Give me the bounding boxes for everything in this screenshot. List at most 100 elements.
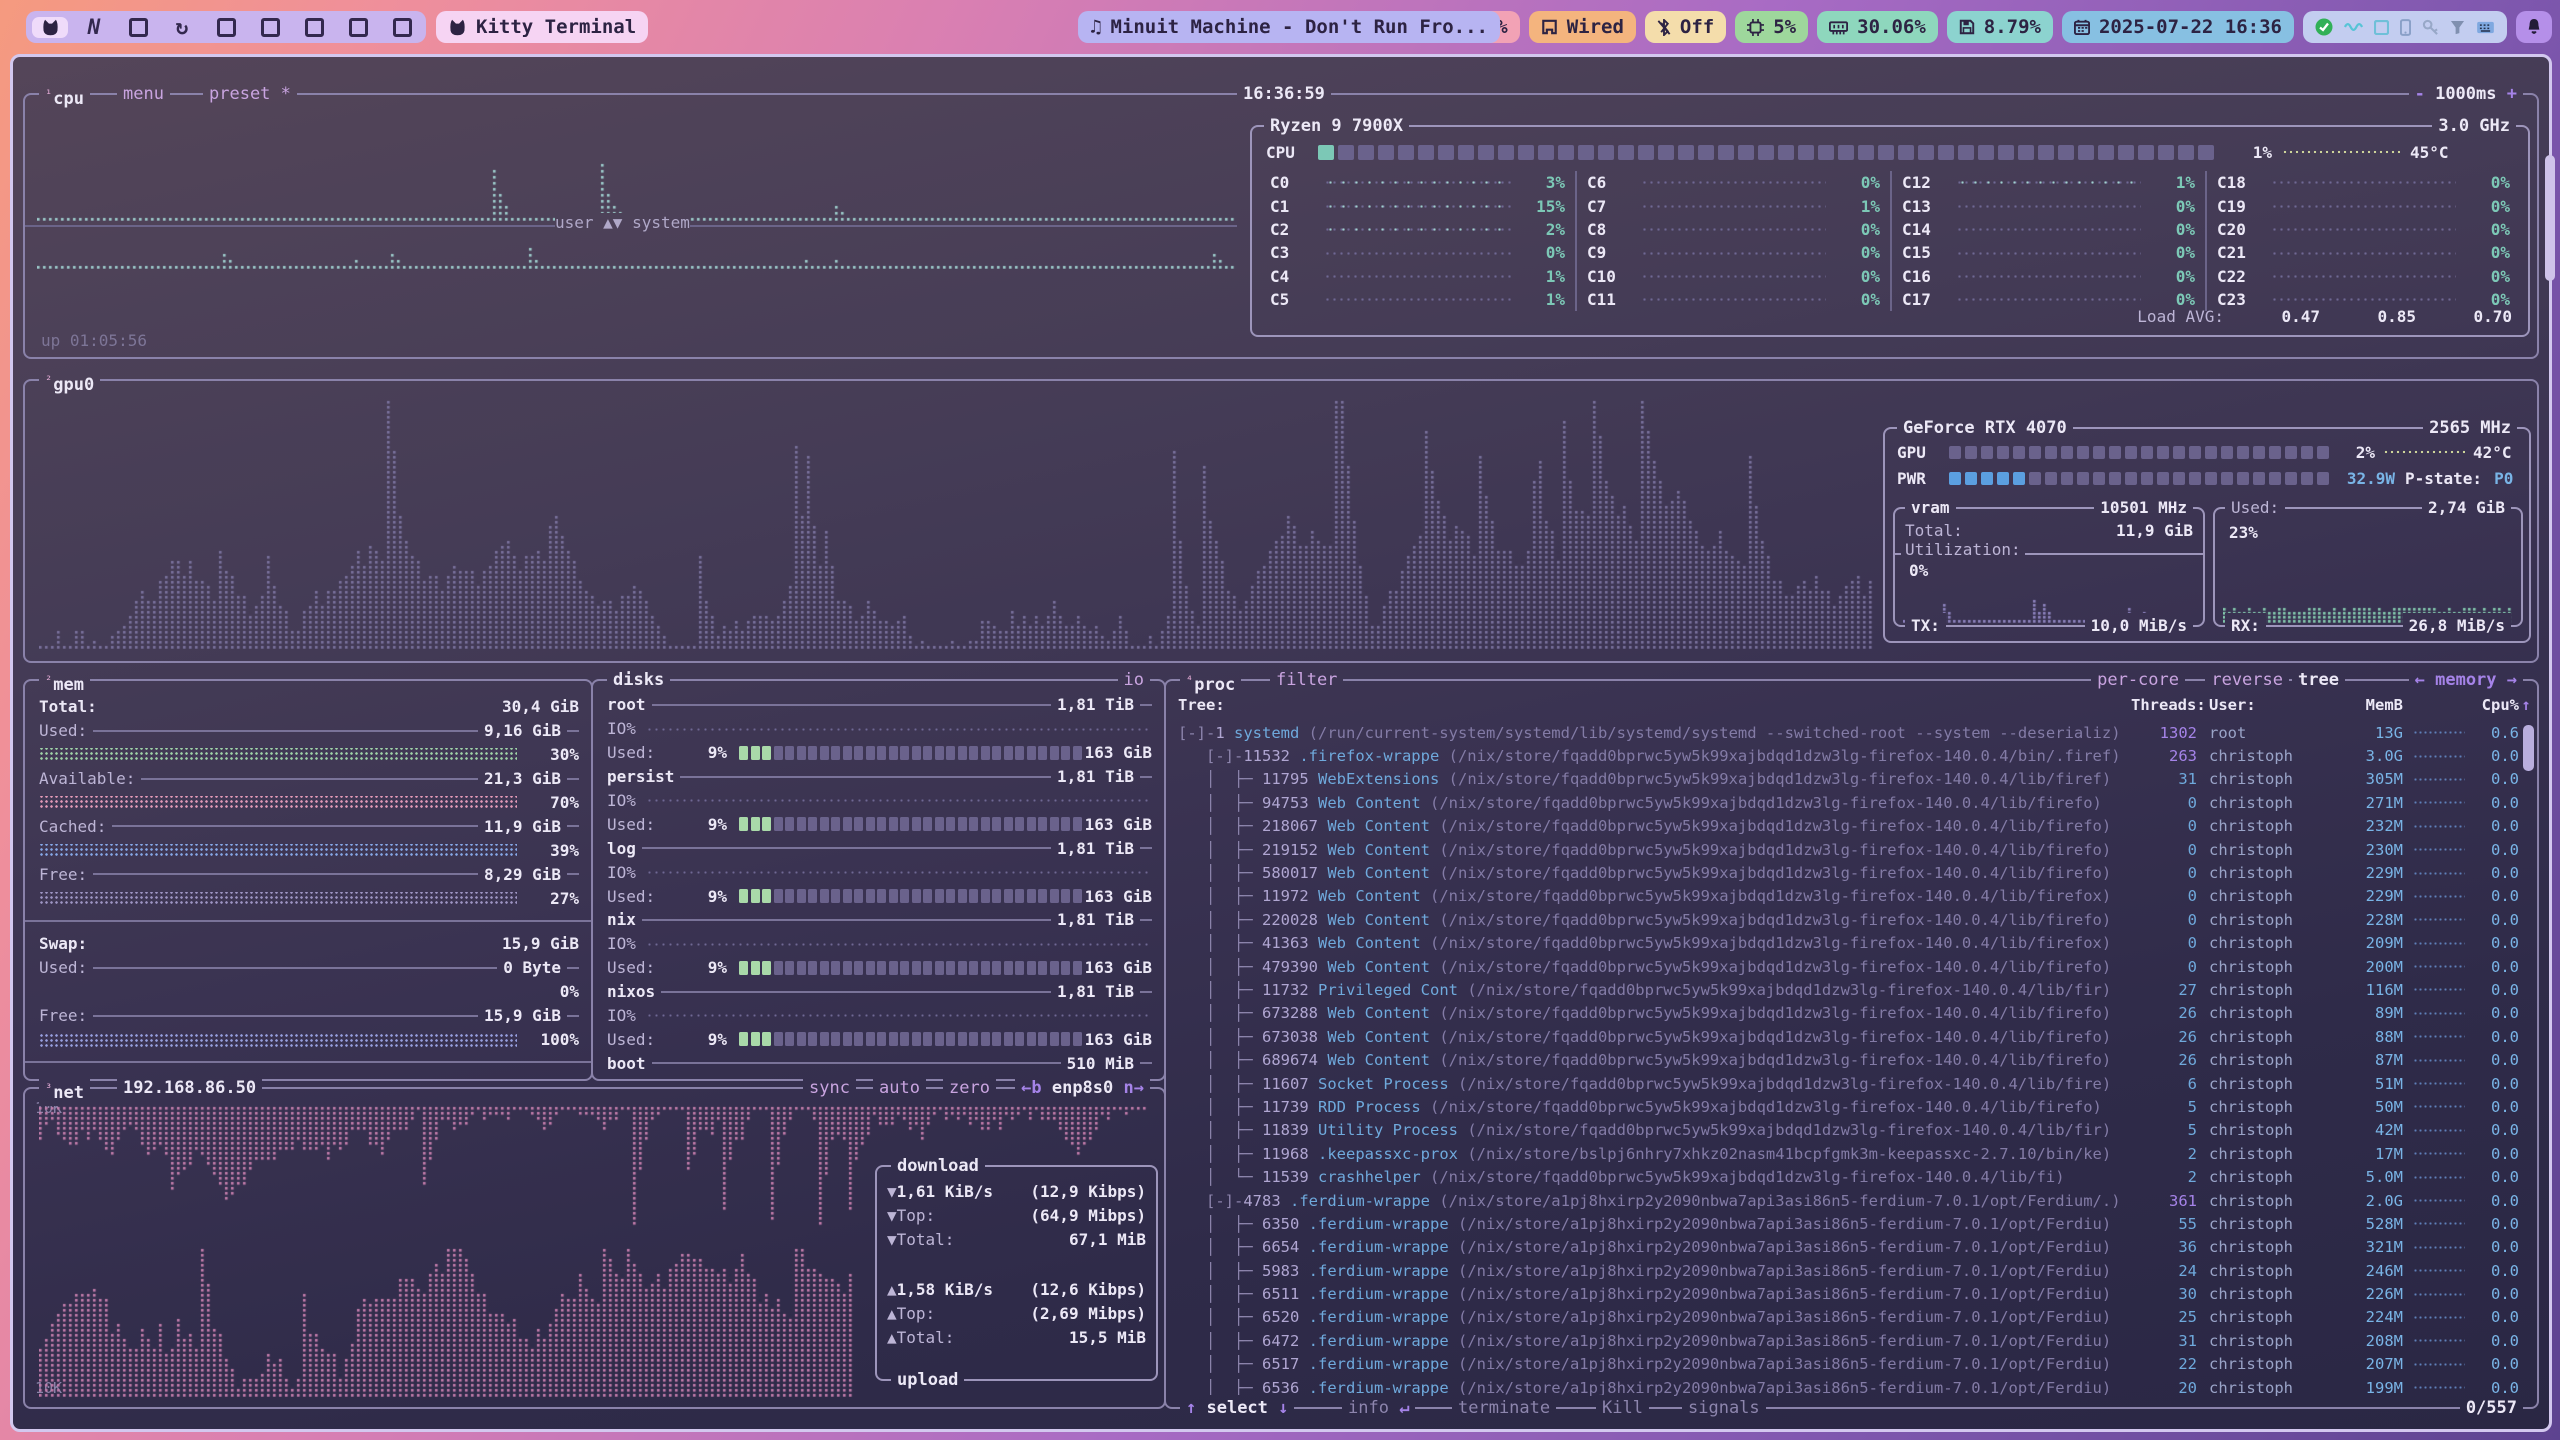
process-tree-cell: │ ├─ 689674 Web Content (/nix/store/fqad… [1178, 1051, 2131, 1069]
proc-signals-hint[interactable]: signals [1682, 1395, 1766, 1421]
process-row[interactable]: │ ├─ 6350 .ferdium-wrappe (/nix/store/a1… [1166, 1212, 2533, 1235]
cpu-bar-label: CPU [1266, 143, 1318, 162]
workspace-7-box-icon[interactable] [304, 18, 324, 37]
proc-filter-button[interactable]: filter [1270, 667, 1343, 693]
process-row[interactable]: │ ├─ 11968 .keepassxc-prox (/nix/store/b… [1166, 1142, 2533, 1165]
process-row[interactable]: │ ├─ 6517 .ferdium-wrappe (/nix/store/a1… [1166, 1353, 2533, 1376]
process-row[interactable]: │ ├─ 94753 Web Content (/nix/store/fqadd… [1166, 791, 2533, 814]
proc-select-hint[interactable]: ↑ select ↓ [1180, 1395, 1294, 1421]
threads-column-header[interactable]: Threads: [2131, 696, 2197, 714]
process-cpu: 0.0 [2467, 747, 2519, 765]
disk-usage-pill[interactable]: 8.79% [1947, 11, 2053, 43]
workspace-6-box-icon[interactable] [260, 18, 280, 37]
core-label: C0 [1270, 173, 1316, 192]
workspace-2-nix-icon[interactable]: N [84, 15, 104, 39]
process-row[interactable]: │ ├─ 6520 .ferdium-wrappe (/nix/store/a1… [1166, 1306, 2533, 1329]
disk-bar-block [751, 889, 760, 903]
disk-io-row: IO% [607, 789, 1152, 813]
process-row[interactable]: │ ├─ 5983 .ferdium-wrappe (/nix/store/a1… [1166, 1259, 2533, 1282]
workspaces-pill[interactable]: N↻ [26, 11, 426, 43]
process-row[interactable]: │ ├─ 11607 Socket Process (/nix/store/fq… [1166, 1072, 2533, 1095]
tree-column-header[interactable]: Tree: [1178, 696, 2131, 714]
workspace-3-box-icon[interactable] [128, 18, 148, 37]
process-row[interactable]: │ ├─ 6511 .ferdium-wrappe (/nix/store/a1… [1166, 1282, 2533, 1305]
process-row[interactable]: [-]-1 systemd (/run/current-system/syste… [1166, 721, 2533, 744]
terminal-scrollbar[interactable] [2545, 155, 2555, 281]
process-row[interactable]: │ └─ 11539 crashhelper (/nix/store/fqadd… [1166, 1165, 2533, 1188]
cpu-column-header[interactable]: Cpu% [2467, 696, 2519, 714]
process-row[interactable]: │ ├─ 6654 .ferdium-wrappe (/nix/store/a1… [1166, 1236, 2533, 1259]
disk-bar-block [797, 1032, 806, 1046]
memory-usage-pill[interactable]: 30.06% [1817, 11, 1938, 43]
process-row[interactable]: [-]-11532 .firefox-wrappe (/nix/store/fq… [1166, 744, 2533, 767]
memory-usage-dotbar [39, 844, 517, 857]
process-row[interactable]: │ ├─ 41363 Web Content (/nix/store/fqadd… [1166, 932, 2533, 955]
preset-button[interactable]: preset * [203, 81, 297, 107]
process-mem-graph [2413, 985, 2465, 994]
proc-percore-toggle[interactable]: per-core [2091, 667, 2185, 693]
disk-bar-block [808, 1032, 817, 1046]
tree-prefix: │ ├─ [1178, 911, 1262, 929]
proc-info-hint[interactable]: info ↵ [1342, 1395, 1415, 1421]
system-tray-pill[interactable] [2303, 11, 2507, 43]
disk-bar-block [739, 746, 748, 760]
disks-io-toggle[interactable]: io [1118, 667, 1150, 693]
workspace-4-restart-icon[interactable]: ↻ [172, 15, 192, 39]
update-interval-control[interactable]: - 1000ms + [2409, 81, 2523, 107]
cpu-usage-pill[interactable]: 5% [1735, 11, 1808, 43]
proc-scrollbar-thumb[interactable] [2523, 725, 2534, 771]
net-zero-button[interactable]: zero [943, 1075, 996, 1101]
process-row[interactable]: │ ├─ 11732 Privileged Cont (/nix/store/f… [1166, 978, 2533, 1001]
proc-tree-toggle[interactable]: tree [2292, 667, 2345, 693]
funnel-icon [2450, 20, 2465, 35]
core-table: C03%C115%C22%C30%C41%C51%C60%C71%C80%C90… [1260, 171, 2520, 311]
process-row[interactable]: │ ├─ 689674 Web Content (/nix/store/fqad… [1166, 1048, 2533, 1071]
process-row[interactable]: │ ├─ 11839 Utility Process (/nix/store/f… [1166, 1119, 2533, 1142]
active-window-button[interactable]: Kitty Terminal [436, 11, 648, 43]
sort-arrow-icon[interactable]: ↑ [2519, 696, 2533, 714]
process-row[interactable]: │ ├─ 218067 Web Content (/nix/store/fqad… [1166, 815, 2533, 838]
disk-bar-block [1061, 961, 1070, 975]
process-row[interactable]: │ ├─ 219152 Web Content (/nix/store/fqad… [1166, 838, 2533, 861]
workspace-1-cat-icon[interactable] [32, 17, 68, 38]
net-sync-button[interactable]: sync [803, 1075, 856, 1101]
network-pill[interactable]: Wired [1529, 11, 1636, 43]
process-row[interactable]: │ ├─ 220028 Web Content (/nix/store/fqad… [1166, 908, 2533, 931]
process-row[interactable]: │ ├─ 11972 Web Content (/nix/store/fqadd… [1166, 885, 2533, 908]
workspace-8-box-icon[interactable] [348, 18, 368, 37]
disk-bar-block [1015, 889, 1024, 903]
process-row[interactable]: │ ├─ 6472 .ferdium-wrappe (/nix/store/a1… [1166, 1329, 2533, 1352]
proc-terminate-hint[interactable]: terminate [1452, 1395, 1556, 1421]
process-row[interactable]: │ ├─ 580017 Web Content (/nix/store/fqad… [1166, 861, 2533, 884]
tree-prefix: │ ├─ [1178, 1332, 1262, 1350]
gpu-utilization-value: 0% [1909, 561, 1928, 580]
memb-column-header[interactable]: MemB [2321, 696, 2403, 714]
process-row[interactable]: │ ├─ 11739 RDD Process (/nix/store/fqadd… [1166, 1095, 2533, 1118]
notifications-pill[interactable] [2516, 11, 2552, 43]
process-row[interactable]: │ ├─ 479390 Web Content (/nix/store/fqad… [1166, 955, 2533, 978]
memory-row-pct: 30% [527, 745, 579, 764]
bar-block [1949, 446, 1961, 459]
process-name: Web Content [1327, 841, 1439, 859]
workspace-9-box-icon[interactable] [392, 18, 412, 37]
process-row[interactable]: │ ├─ 11795 WebExtensions (/nix/store/fqa… [1166, 768, 2533, 791]
net-interface-switcher[interactable]: ←b enp8s0 n→ [1015, 1075, 1150, 1101]
clock-pill[interactable]: 2025-07-22 16:36 [2062, 11, 2294, 43]
media-player-pill[interactable]: ♫ Minuit Machine - Don't Run Fro... [1078, 11, 1500, 43]
disk-bar-block [900, 961, 909, 975]
process-row[interactable]: [-]-4783 .ferdium-wrappe (/nix/store/a1p… [1166, 1189, 2533, 1212]
user-column-header[interactable]: User: [2197, 696, 2321, 714]
proc-sort-selector[interactable]: ← memory → [2409, 667, 2523, 693]
disk-bar-block [1015, 746, 1024, 760]
menu-button[interactable]: menu [117, 81, 170, 107]
net-auto-button[interactable]: auto [873, 1075, 926, 1101]
process-row[interactable]: │ ├─ 673038 Web Content (/nix/store/fqad… [1166, 1025, 2533, 1048]
proc-reverse-toggle[interactable]: reverse [2205, 667, 2289, 693]
workspace-5-box-icon[interactable] [216, 18, 236, 37]
tree-prefix: │ ├─ [1178, 1121, 1262, 1139]
proc-kill-hint[interactable]: Kill [1596, 1395, 1649, 1421]
bar-left-group: N↻ Kitty Terminal [26, 11, 648, 43]
bluetooth-pill[interactable]: Off [1645, 11, 1726, 43]
disk-bar-block [1050, 817, 1059, 831]
process-row[interactable]: │ ├─ 673288 Web Content (/nix/store/fqad… [1166, 1002, 2533, 1025]
